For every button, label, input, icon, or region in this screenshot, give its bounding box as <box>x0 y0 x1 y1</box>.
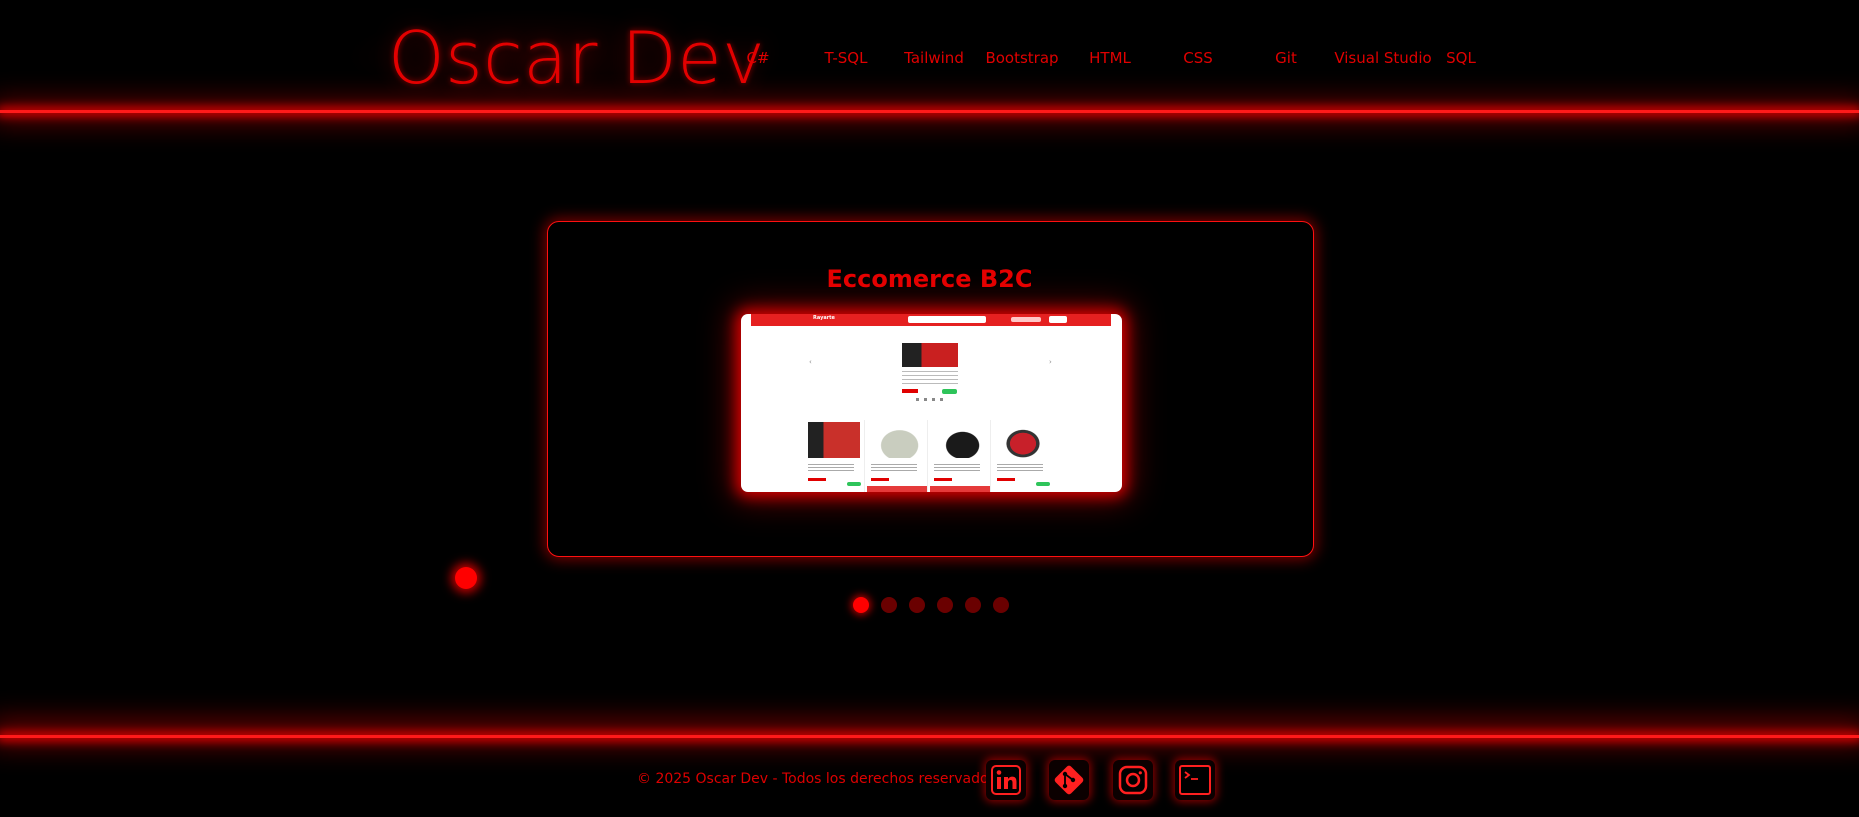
nav-item-visual-studio[interactable]: Visual Studio <box>1334 48 1431 68</box>
preview-product-buy <box>847 482 861 486</box>
nav-item-csharp[interactable]: C# <box>746 48 769 68</box>
preview-hero-text <box>902 371 958 387</box>
preview-product-price <box>997 478 1015 481</box>
preview-product-text <box>808 464 854 472</box>
preview-hero-price <box>902 389 918 393</box>
preview-product-card <box>993 420 1053 492</box>
carousel-dot-1[interactable] <box>853 597 869 613</box>
site-logo[interactable]: Oscar Dev <box>388 18 765 98</box>
copyright-text: © 2025 Oscar Dev - Todos los derechos re… <box>637 771 1001 787</box>
preview-search <box>908 316 986 323</box>
terminal-link[interactable] <box>1175 760 1215 800</box>
preview-product-card <box>930 420 991 492</box>
header-glow-line <box>0 110 1859 113</box>
preview-product-image <box>871 422 923 458</box>
preview-product-text <box>934 464 980 472</box>
nav-item-tsql[interactable]: T-SQL <box>825 48 868 68</box>
preview-hero-image <box>902 343 958 367</box>
terminal-icon <box>1179 765 1211 795</box>
project-title: Eccomerce B2C <box>826 265 1033 293</box>
preview-button <box>1049 316 1067 323</box>
preview-product-card <box>804 420 865 492</box>
linkedin-link[interactable] <box>986 760 1026 800</box>
site-header: Oscar Dev C# T-SQL Tailwind Bootstrap HT… <box>0 0 1859 110</box>
carousel-dot-3[interactable] <box>909 597 925 613</box>
preview-product-price <box>871 478 889 481</box>
preview-product-image <box>808 422 860 458</box>
preview-product-cta <box>867 486 927 492</box>
linkedin-icon <box>991 765 1021 795</box>
preview-user <box>1011 317 1041 322</box>
nav-item-bootstrap[interactable]: Bootstrap <box>985 48 1058 68</box>
nav-item-tailwind[interactable]: Tailwind <box>904 48 964 68</box>
cursor-glow-dot <box>455 567 477 589</box>
carousel-dot-2[interactable] <box>881 597 897 613</box>
instagram-icon <box>1118 765 1148 795</box>
preview-next-icon: › <box>1049 358 1052 366</box>
git-icon <box>1054 765 1084 795</box>
preview-hero-buy <box>942 389 957 394</box>
instagram-link[interactable] <box>1113 760 1153 800</box>
preview-prev-icon: ‹ <box>809 358 812 366</box>
carousel-dot-6[interactable] <box>993 597 1009 613</box>
preview-product-text <box>871 464 917 472</box>
nav-item-git[interactable]: Git <box>1275 48 1297 68</box>
preview-product-image <box>997 422 1049 458</box>
preview-navbar: Rayarte <box>751 314 1111 326</box>
footer-glow-line <box>0 735 1859 738</box>
preview-product-card <box>867 420 928 492</box>
preview-product-cta <box>930 486 990 492</box>
preview-product-image <box>934 422 986 458</box>
carousel-dot-4[interactable] <box>937 597 953 613</box>
preview-product-price <box>934 478 952 481</box>
nav-item-html[interactable]: HTML <box>1089 48 1131 68</box>
git-link[interactable] <box>1049 760 1089 800</box>
nav-item-css[interactable]: CSS <box>1183 48 1213 68</box>
carousel-dot-5[interactable] <box>965 597 981 613</box>
preview-product-buy <box>1036 482 1050 486</box>
preview-product-text <box>997 464 1043 472</box>
nav-item-sql[interactable]: SQL <box>1446 48 1476 68</box>
preview-hero-dots <box>916 398 946 401</box>
preview-product-price <box>808 478 826 481</box>
project-screenshot[interactable]: Rayarte ‹ › <box>741 314 1122 492</box>
preview-brand: Rayarte <box>813 315 835 321</box>
